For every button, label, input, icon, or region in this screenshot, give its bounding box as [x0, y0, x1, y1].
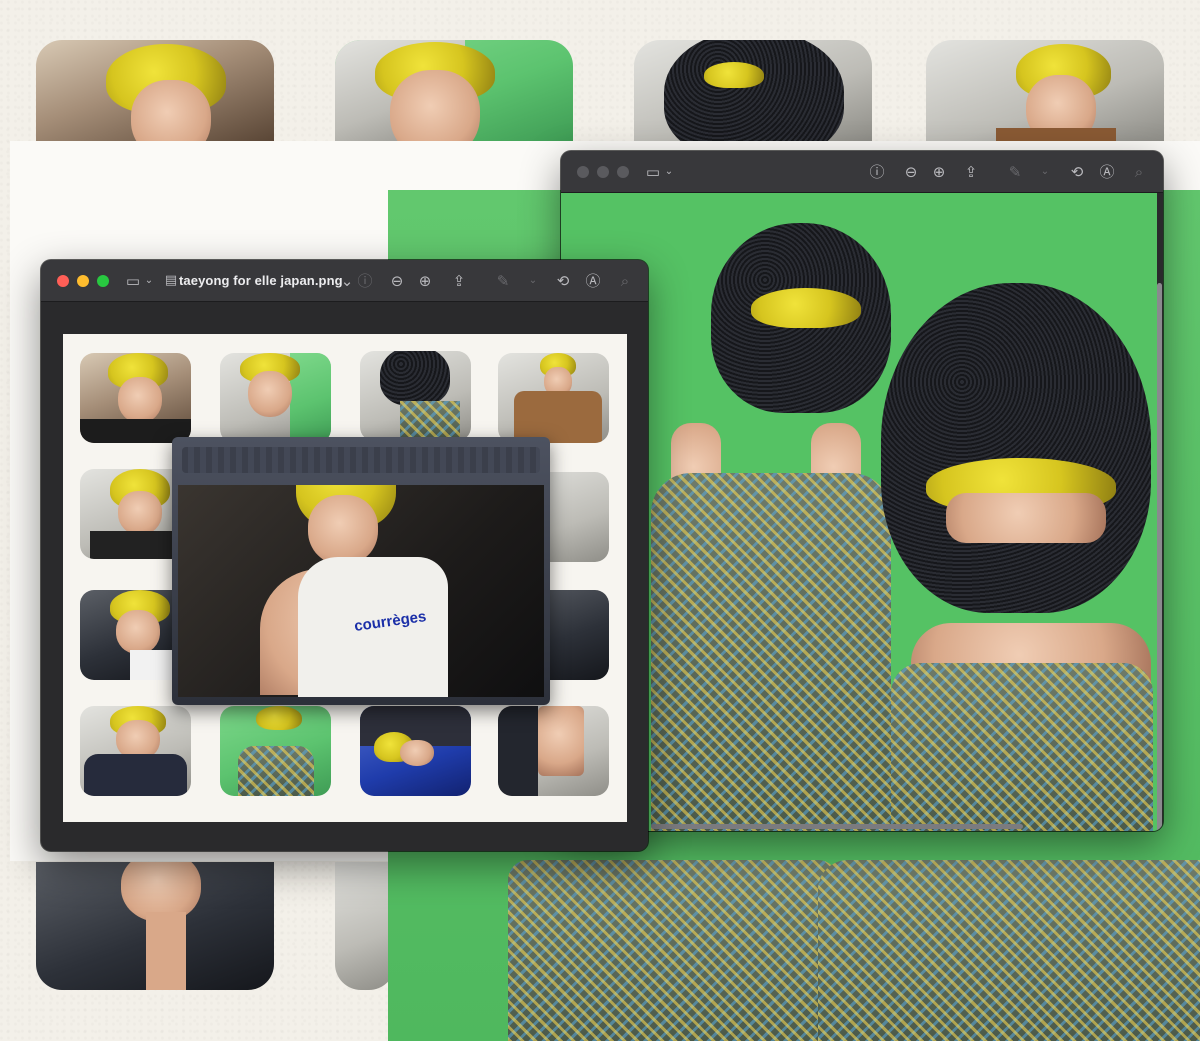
thumbnail-photo [220, 353, 331, 443]
jacket-shape [498, 706, 538, 796]
thumbnail-photo [360, 351, 471, 441]
face-shape [116, 610, 160, 654]
face-shape [118, 377, 162, 423]
hair-shape [256, 706, 302, 730]
face-shape [131, 80, 211, 141]
zoom-button[interactable] [617, 165, 629, 178]
image-canvas[interactable] [561, 193, 1157, 831]
chevron-down-icon[interactable]: ⌄ [1035, 162, 1055, 182]
search-icon[interactable]: ⌕ [1129, 162, 1149, 182]
bottom-photo-card-2 [335, 862, 395, 990]
mesh-top-shape [400, 401, 460, 441]
share-icon[interactable]: ⇪ [449, 271, 469, 291]
mesh-top-shape [891, 663, 1153, 831]
document-icon: ▤ [164, 273, 178, 288]
top-photo-card-4 [926, 40, 1164, 141]
preview-window-right[interactable]: ▭ ⌄ ⓘ ⊖ ⊕ ⇪ ✎ ⌄ ⟲ Ⓐ ⌕ [561, 151, 1163, 831]
top-photo-card-3 [634, 40, 872, 141]
chevron-down-icon[interactable]: ⌄ [659, 162, 679, 182]
titlebar: ▭ ⌄ ▤ taeyong for elle japan.png ⌄ ⓘ ⊖ ⊕… [41, 260, 648, 302]
zoom-button[interactable] [97, 274, 109, 287]
thumbnail-photo [498, 706, 609, 796]
minimize-button[interactable] [597, 165, 609, 178]
titlebar: ▭ ⌄ ⓘ ⊖ ⊕ ⇪ ✎ ⌄ ⟲ Ⓐ ⌕ [561, 151, 1163, 193]
info-icon[interactable]: ⓘ [867, 162, 887, 182]
chevron-down-icon[interactable]: ⌄ [523, 271, 543, 291]
fur-mask-shape [380, 351, 450, 406]
traffic-lights [577, 165, 629, 178]
torso-shape [538, 706, 584, 776]
jacket-shape [84, 754, 187, 796]
mesh-top-shape [508, 860, 838, 1041]
search-icon[interactable]: ⌕ [615, 271, 635, 291]
shirt-shape [90, 531, 180, 559]
horizontal-scrollbar[interactable] [651, 824, 1023, 829]
thumbnail-photo [498, 353, 609, 443]
face-shape [308, 495, 378, 565]
preview-window-left[interactable]: ▭ ⌄ ▤ taeyong for elle japan.png ⌄ ⓘ ⊖ ⊕… [41, 260, 648, 851]
top-photo-card-1 [36, 40, 274, 141]
markup-pen-icon[interactable]: ✎ [493, 271, 513, 291]
overlay-photo: courrèges [178, 485, 544, 697]
hair-shape [704, 62, 764, 88]
mesh-top-shape [818, 860, 1200, 1041]
fur-mask-shape [881, 283, 1151, 613]
zoom-in-icon[interactable]: ⊕ [929, 162, 949, 182]
face-shape [390, 70, 480, 141]
rotate-icon[interactable]: ⟲ [1067, 162, 1087, 182]
jacket-shape [514, 391, 602, 443]
face-shape [400, 740, 434, 766]
mesh-top-shape [651, 473, 891, 831]
thumbnail-photo [80, 353, 191, 443]
annotate-icon[interactable]: Ⓐ [583, 271, 603, 291]
close-button[interactable] [57, 274, 69, 287]
mesh-top-shape [238, 746, 314, 796]
frame-top-bar [182, 447, 540, 473]
annotate-icon[interactable]: Ⓐ [1097, 162, 1117, 182]
overlay-photo-frame: courrèges [172, 437, 550, 705]
hair-shape [751, 288, 861, 328]
window-title: taeyong for elle japan.png [179, 273, 343, 288]
eyes-area-shape [946, 493, 1106, 543]
zoom-out-icon[interactable]: ⊖ [901, 162, 921, 182]
markup-pen-icon[interactable]: ✎ [1005, 162, 1025, 182]
minimize-button[interactable] [77, 274, 89, 287]
close-button[interactable] [577, 165, 589, 178]
thumbnail-photo [220, 706, 331, 796]
chevron-down-icon[interactable]: ⌄ [337, 271, 357, 291]
thumbnail-photo [360, 706, 471, 796]
fur-mask-shape [664, 40, 844, 141]
jacket-shape [996, 128, 1116, 141]
scroll-thumb[interactable] [1157, 283, 1162, 831]
zoom-out-icon[interactable]: ⊖ [387, 271, 407, 291]
thumbnail-photo [80, 706, 191, 796]
rotate-icon[interactable]: ⟲ [553, 271, 573, 291]
chevron-down-icon[interactable]: ⌄ [139, 271, 159, 291]
bottom-photo-card-1 [36, 862, 274, 990]
face-shape [118, 491, 162, 535]
face-shape [248, 371, 292, 417]
traffic-lights [57, 274, 109, 287]
zoom-in-icon[interactable]: ⊕ [415, 271, 435, 291]
vertical-scrollbar[interactable] [1157, 193, 1162, 831]
share-icon[interactable]: ⇪ [961, 162, 981, 182]
chest-shape [146, 912, 186, 990]
info-icon[interactable]: ⓘ [355, 271, 375, 291]
top-photo-card-2 [335, 40, 573, 141]
